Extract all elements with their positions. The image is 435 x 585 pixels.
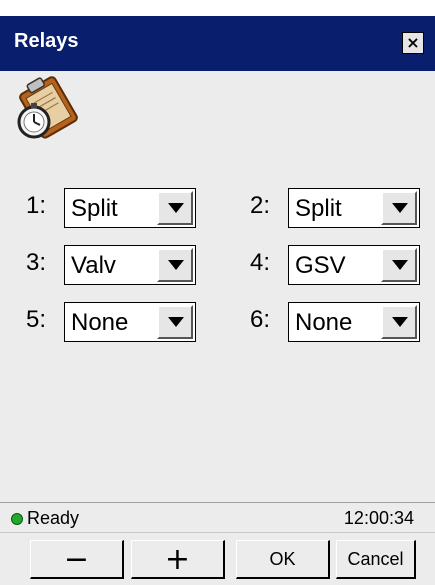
relay-5-dropdown-button[interactable] [157,305,193,339]
relay-5-select[interactable]: None [64,302,196,342]
relay-5-label: 5: [26,306,47,333]
close-icon: × [406,33,420,52]
relay-6-dropdown-button[interactable] [381,305,417,339]
window-title: Relays [14,30,79,52]
relay-2-value: Split [295,195,342,222]
relay-4-value: GSV [295,252,346,279]
chevron-down-icon [392,260,408,270]
relay-6-select[interactable]: None [288,302,420,342]
minus-button[interactable]: − [30,540,124,579]
relay-3-dropdown-button[interactable] [157,248,193,282]
status-dot-icon [11,513,23,525]
status-time: 12:00:34 [343,508,414,528]
relay-3-select[interactable]: Valv [64,245,196,285]
relay-1-dropdown-button[interactable] [157,191,193,225]
chevron-down-icon [392,317,408,327]
cancel-label: Cancel [347,548,404,569]
relay-1-value: Split [71,195,118,222]
relay-3-value: Valv [71,252,116,279]
relay-4-select[interactable]: GSV [288,245,420,285]
title-bar: Relays × [0,16,435,71]
relay-2-label: 2: [250,192,271,219]
plus-button[interactable]: + [131,540,225,579]
close-button[interactable]: × [402,32,424,54]
relays-window: Relays × 1: Split 2: Split 3: Valv 4: GS… [0,16,435,585]
plus-label: + [164,541,191,577]
relay-6-label: 6: [250,306,271,333]
relay-4-label: 4: [250,249,271,276]
ok-button[interactable]: OK [236,540,330,579]
relay-1-label: 1: [26,192,47,219]
button-bar: − + OK Cancel [0,532,435,585]
cancel-button[interactable]: Cancel [336,540,416,579]
chevron-down-icon [168,317,184,327]
chevron-down-icon [392,203,408,213]
clipboard-stopwatch-icon [17,76,78,139]
minus-label: − [63,541,90,577]
relay-1-select[interactable]: Split [64,188,196,228]
relay-2-dropdown-button[interactable] [381,191,417,225]
status-text: Ready [27,508,80,528]
status-bar: Ready 12:00:34 [0,502,435,532]
relay-2-select[interactable]: Split [288,188,420,228]
ok-label: OK [269,548,296,569]
relay-6-value: None [295,309,353,336]
chevron-down-icon [168,260,184,270]
relay-3-label: 3: [26,249,47,276]
relay-4-dropdown-button[interactable] [381,248,417,282]
chevron-down-icon [168,203,184,213]
relay-5-value: None [71,309,129,336]
